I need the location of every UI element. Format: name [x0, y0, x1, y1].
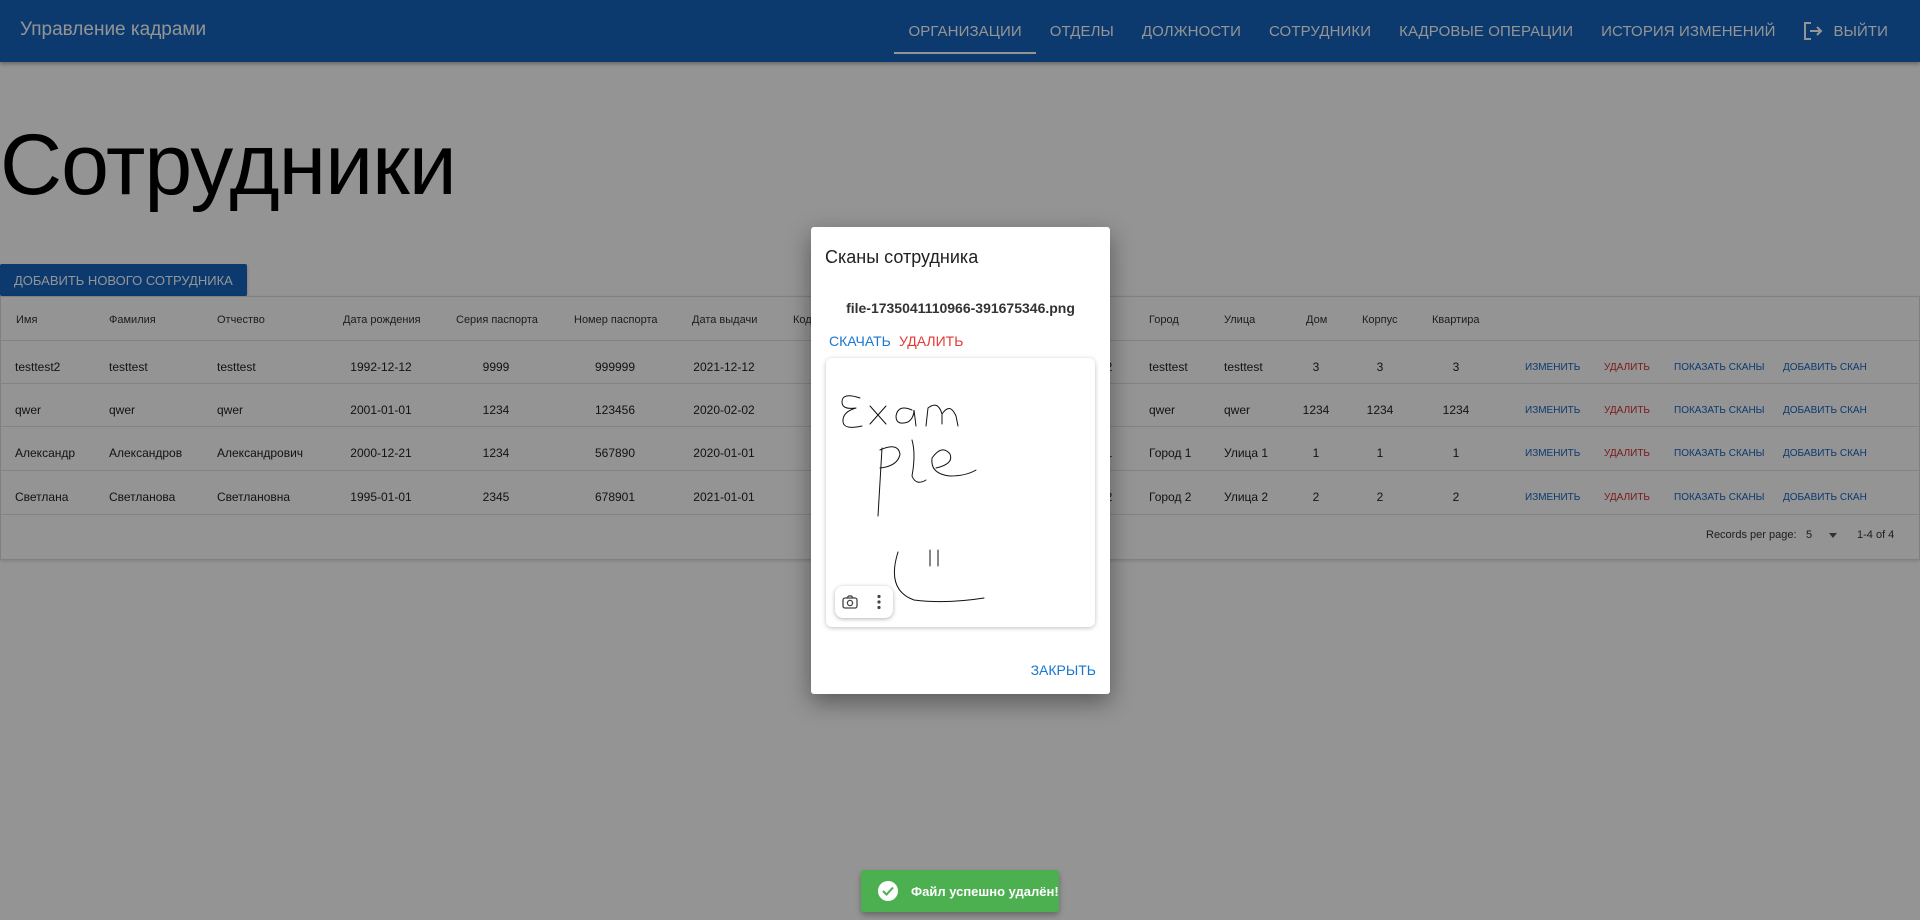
check-circle-icon: [878, 881, 898, 901]
success-snackbar: Файл успешно удалён!: [861, 870, 1059, 912]
image-toolbar: [835, 586, 893, 618]
close-dialog-button[interactable]: Закрыть: [1031, 662, 1096, 678]
more-vert-icon[interactable]: [870, 593, 888, 611]
scan-image-card: [826, 358, 1095, 627]
snackbar-text: Файл успешно удалён!: [911, 883, 1059, 899]
delete-scan-button[interactable]: Удалить: [899, 333, 963, 349]
download-button[interactable]: Скачать: [829, 333, 891, 349]
dialog-title: Сканы сотрудника: [825, 247, 979, 267]
scans-dialog: Сканы сотрудника file-1735041110966-3916…: [811, 227, 1110, 694]
scan-file-name: file-1735041110966-391675346.png: [846, 300, 1075, 316]
camera-icon[interactable]: [841, 593, 859, 611]
